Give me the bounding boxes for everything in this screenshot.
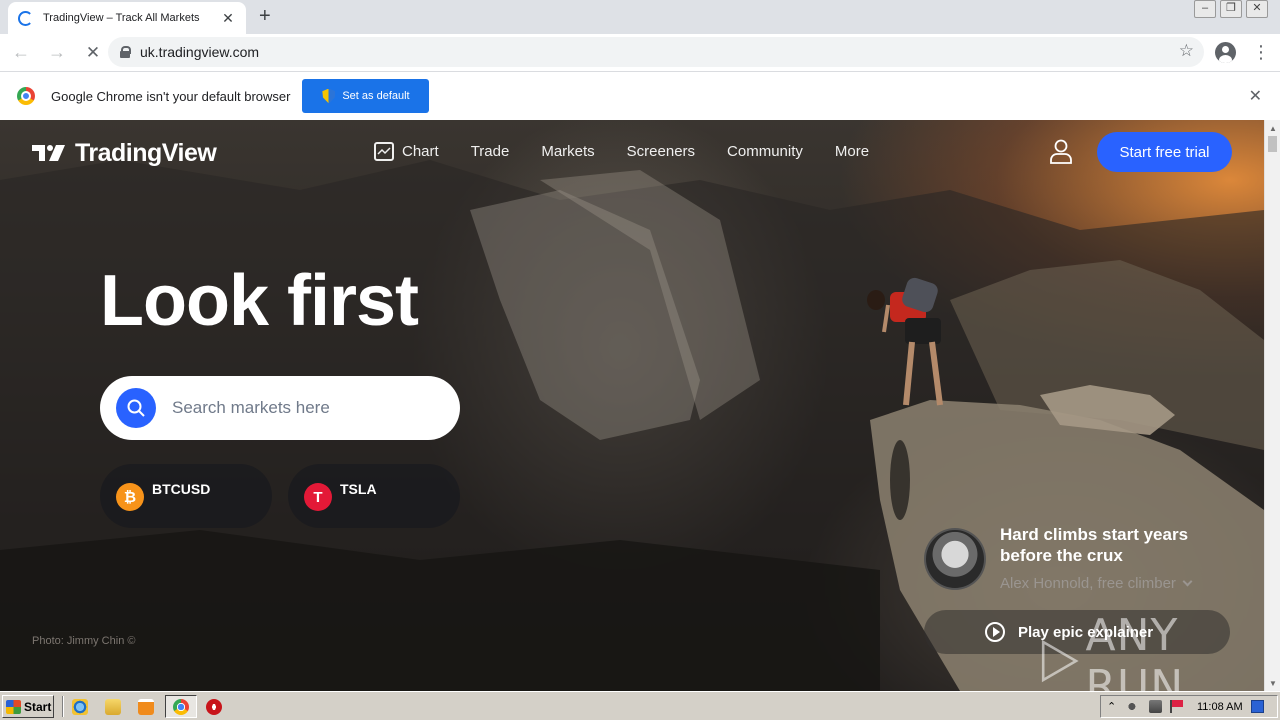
- photo-credit: Photo: Jimmy Chin ©: [32, 635, 136, 647]
- tradingview-logo[interactable]: TradingView: [32, 139, 217, 168]
- browser-tab[interactable]: TradingView – Track All Markets ✕: [8, 2, 246, 34]
- watermark-text: ANY RUN: [1085, 610, 1185, 691]
- minimize-icon[interactable]: –: [1194, 0, 1216, 18]
- search-placeholder: Search markets here: [172, 398, 330, 417]
- ticker-btcusd[interactable]: ₿ BTCUSD: [100, 464, 272, 528]
- internet-explorer-icon[interactable]: [72, 699, 88, 715]
- browser-toolbar: ← → ✕ uk.tradingview.com ☆ ⋮: [0, 34, 1280, 71]
- set-as-default-button[interactable]: Set as default: [302, 79, 430, 113]
- loading-spinner-icon: [18, 10, 33, 26]
- show-desktop-icon[interactable]: [1250, 700, 1264, 713]
- start-free-trial-button[interactable]: Start free trial: [1097, 132, 1232, 172]
- chevron-down-icon: [1182, 576, 1193, 587]
- nav-trade[interactable]: Trade: [471, 143, 510, 160]
- avatar: [924, 528, 986, 590]
- nav-more[interactable]: More: [835, 143, 869, 160]
- uac-shield-icon: [322, 88, 336, 104]
- nav-chart-label: Chart: [402, 143, 439, 160]
- address-bar[interactable]: uk.tradingview.com ☆: [108, 37, 1204, 67]
- page-scrollbar[interactable]: ▲ ▼: [1264, 120, 1280, 691]
- nav-more-label: More: [834, 143, 870, 160]
- start-label: Start: [24, 699, 52, 714]
- system-tray: ⌃ 11:08 AM: [1100, 695, 1278, 718]
- infobar-message: Google Chrome isn't your default browser: [51, 88, 291, 104]
- set-as-default-label: Set as default: [342, 90, 410, 102]
- scroll-thumb[interactable]: [1268, 136, 1277, 152]
- quote-text: Hard climbs start years before the crux: [1000, 525, 1189, 565]
- chrome-icon: [173, 699, 189, 715]
- user-account-icon[interactable]: [1049, 139, 1073, 165]
- media-player-icon[interactable]: [138, 699, 154, 715]
- start-button[interactable]: Start: [2, 695, 54, 718]
- ticker-tsla[interactable]: T TSLA: [288, 464, 460, 528]
- nav-trade-label: Trade: [470, 143, 510, 160]
- scroll-up-arrow-icon[interactable]: ▲: [1269, 124, 1277, 133]
- chrome-logo-icon: [17, 87, 35, 105]
- ticker-symbol: TSLA: [340, 481, 377, 497]
- nav-screeners[interactable]: Screeners: [627, 143, 695, 160]
- ticker-symbol: BTCUSD: [152, 481, 211, 497]
- folder-icon[interactable]: [105, 699, 121, 715]
- nav-screeners-label: Screeners: [626, 143, 696, 160]
- action-center-flag-icon[interactable]: [1170, 700, 1183, 713]
- nav-chart[interactable]: Chart: [374, 142, 439, 161]
- infobar-close-icon[interactable]: ✕: [1249, 86, 1262, 106]
- page-viewport: TradingView Chart Trade Markets Screener…: [0, 120, 1264, 691]
- new-tab-icon[interactable]: +: [259, 5, 271, 27]
- default-browser-infobar: Google Chrome isn't your default browser…: [0, 71, 1280, 120]
- forward-arrow-icon[interactable]: →: [42, 42, 72, 63]
- kebab-menu-icon[interactable]: ⋮: [1252, 41, 1270, 63]
- network-icon[interactable]: [1149, 700, 1162, 713]
- play-icon: [985, 622, 1005, 642]
- opera-icon[interactable]: [206, 699, 222, 715]
- taskbar-clock[interactable]: 11:08 AM: [1197, 701, 1243, 713]
- nav-markets-label: Markets: [541, 143, 595, 160]
- quote-author-toggle[interactable]: Alex Honnold, free climber: [1000, 575, 1193, 592]
- quote-author: Alex Honnold, free climber: [1000, 575, 1176, 592]
- scroll-down-arrow-icon[interactable]: ▼: [1269, 679, 1277, 688]
- tradingview-mark-icon: [32, 144, 65, 161]
- nav-community[interactable]: Community: [727, 143, 803, 160]
- nav-community-label: Community: [727, 143, 803, 160]
- tesla-icon: T: [304, 483, 332, 511]
- back-arrow-icon[interactable]: ←: [6, 42, 36, 63]
- lock-icon[interactable]: [120, 46, 131, 58]
- watermark-play-icon: [1041, 639, 1079, 683]
- anyrun-watermark: ANY RUN: [1038, 610, 1264, 691]
- volume-icon[interactable]: [1128, 700, 1141, 713]
- bookmark-star-icon[interactable]: ☆: [1179, 41, 1194, 61]
- taskbar-separator: [62, 696, 64, 717]
- tab-strip: TradingView – Track All Markets ✕ + – ❐ …: [0, 0, 1280, 34]
- restore-icon[interactable]: ❐: [1220, 0, 1242, 18]
- tray-expand-icon[interactable]: ⌃: [1107, 700, 1120, 713]
- windows-taskbar: Start ⌃ 11:08 AM: [0, 691, 1280, 720]
- url-text[interactable]: uk.tradingview.com: [140, 44, 259, 60]
- hero-title: Look first: [100, 261, 419, 341]
- chart-icon: [374, 142, 394, 161]
- tab-title: TradingView – Track All Markets: [43, 12, 200, 24]
- tab-close-icon[interactable]: ✕: [220, 10, 236, 27]
- search-button[interactable]: [116, 388, 156, 428]
- window-close-icon[interactable]: ✕: [1246, 0, 1268, 18]
- profile-icon[interactable]: [1215, 42, 1236, 63]
- brand-name: TradingView: [75, 139, 217, 167]
- bitcoin-icon: ₿: [116, 483, 144, 511]
- nav-markets[interactable]: Markets: [541, 143, 594, 160]
- stop-loading-icon[interactable]: ✕: [78, 43, 108, 63]
- windows-flag-icon: [6, 699, 21, 714]
- market-search-input[interactable]: Search markets here: [100, 376, 460, 440]
- chrome-taskbar-button[interactable]: [165, 695, 197, 718]
- main-nav: Chart Trade Markets Screeners Community …: [374, 142, 901, 161]
- search-icon: [127, 399, 145, 417]
- window-controls: – ❐ ✕: [1194, 0, 1268, 18]
